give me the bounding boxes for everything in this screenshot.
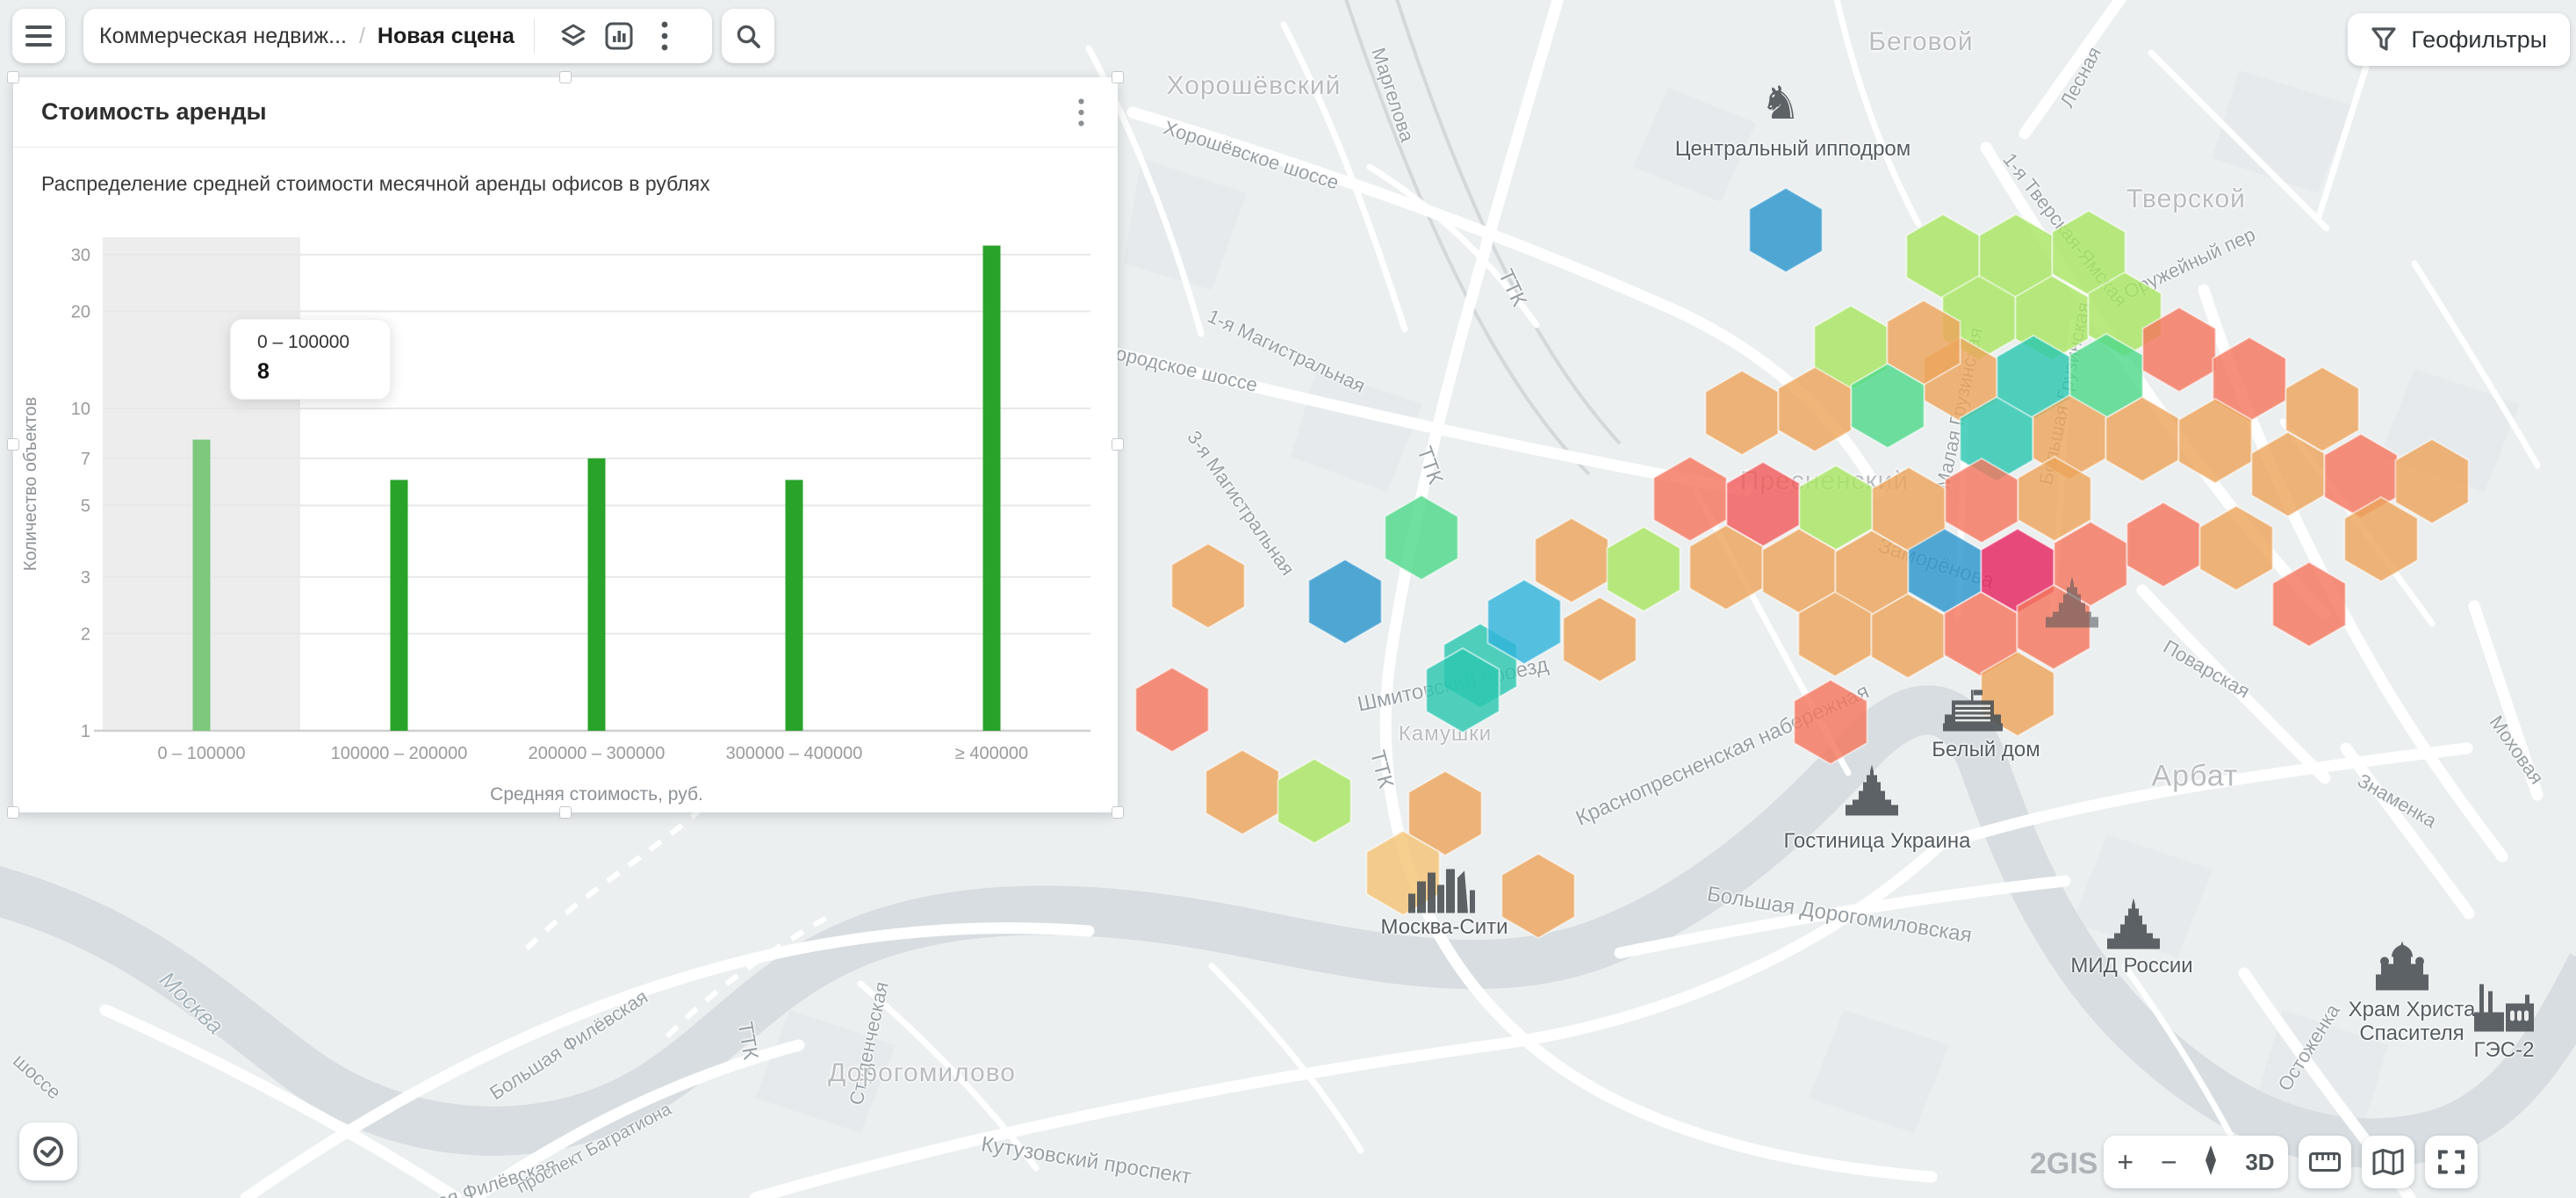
bar-chart: 1 2 3 5 7 10 20 30 0 – 100000 100000 – 200000 2000… (13, 77, 1118, 812)
panel-resize-handle[interactable] (1112, 806, 1124, 819)
x-category-label: 300000 – 400000 (726, 744, 863, 763)
horse-landmark-icon: ♞ (1760, 81, 1802, 126)
ruler-button[interactable] (2299, 1136, 2351, 1188)
x-category-label: ≥ 400000 (955, 744, 1028, 763)
breadcrumb-scene[interactable]: Новая сцена (378, 24, 514, 49)
menu-button[interactable] (12, 9, 65, 63)
breadcrumb-project[interactable]: Коммерческая недвиж... (99, 24, 347, 49)
breadcrumb: Коммерческая недвиж... / Новая сцена (83, 9, 712, 63)
fullscreen-button[interactable] (2425, 1136, 2478, 1188)
chart-tooltip: 0 – 100000 8 (230, 319, 391, 400)
plant-landmark-icon (2471, 985, 2537, 1036)
x-category-label: 100000 – 200000 (331, 744, 468, 763)
kebab-icon (661, 21, 668, 51)
panel-resize-handle[interactable] (7, 438, 19, 451)
x-axis-title: Средняя стоимость, руб. (490, 784, 703, 805)
breadcrumb-separator: / (359, 24, 365, 49)
mode-3d-button[interactable]: 3D (2245, 1151, 2274, 1173)
search-icon (735, 23, 761, 49)
landmark-label: Москва-Сити (1380, 915, 1507, 939)
landmark-label: ГЭС-2 (2474, 1038, 2535, 1062)
filter-funnel-icon (2371, 26, 2397, 53)
history-button[interactable] (19, 1122, 77, 1180)
tower-landmark-icon (2105, 898, 2162, 954)
toolbar-kebab-button[interactable] (642, 13, 687, 59)
zoom-out-button[interactable]: − (2161, 1148, 2177, 1176)
panel-resize-handle[interactable] (7, 71, 19, 83)
compass-needle-icon (2204, 1145, 2218, 1175)
bar-1[interactable] (391, 480, 408, 731)
y-tick-label: 3 (81, 568, 90, 588)
map-zoom-controls: + − 3D (2104, 1136, 2288, 1188)
landmark-label: Белый дом (1932, 738, 2040, 761)
y-tick-label: 30 (71, 246, 90, 265)
toolbar-divider (534, 18, 535, 54)
gov-landmark-icon (1938, 689, 2008, 739)
widgets-button[interactable] (596, 13, 642, 59)
bar-4[interactable] (983, 246, 1001, 731)
map-canvas[interactable]: Хорошёвское шоссеМаргелова1-я Магистраль… (0, 0, 2576, 1198)
bar-2[interactable] (588, 458, 606, 731)
map-attribution-logo: 2GIS (2030, 1147, 2097, 1181)
panel-resize-handle[interactable] (7, 806, 19, 819)
landmark-label: Гостиница Украина (1784, 829, 1971, 853)
y-tick-label: 20 (71, 303, 90, 322)
clock-icon (32, 1135, 65, 1168)
y-tick-label: 5 (81, 496, 90, 516)
y-tick-label: 2 (81, 625, 90, 645)
legend-button[interactable] (2362, 1136, 2414, 1188)
tower-landmark-icon (2044, 577, 2100, 632)
tooltip-category: 0 – 100000 (257, 332, 390, 353)
tooltip-value: 8 (257, 359, 390, 385)
chart-panel: Стоимость аренды Распределение средней с… (13, 77, 1118, 812)
layers-button[interactable] (550, 13, 596, 59)
panel-resize-handle[interactable] (1112, 71, 1124, 83)
x-category-label: 200000 – 300000 (529, 744, 666, 763)
panel-resize-handle[interactable] (559, 806, 572, 819)
y-axis-title: Количество объектов (21, 397, 40, 571)
search-button[interactable] (722, 9, 774, 63)
y-tick-label: 7 (81, 450, 90, 469)
folded-map-icon (2372, 1149, 2404, 1175)
bar-0[interactable] (193, 440, 211, 731)
tower-landmark-icon (1844, 765, 1900, 820)
zoom-in-button[interactable]: + (2117, 1148, 2133, 1176)
y-tick-label: 10 (71, 400, 90, 419)
geofilters-button[interactable]: Геофильтры (2348, 13, 2570, 66)
y-tick-label: 1 (81, 722, 90, 741)
city-landmark-icon (1407, 864, 1477, 918)
landmark-label: Храм ХристаСпасителя (2349, 998, 2476, 1045)
hamburger-icon (25, 25, 52, 47)
landmark-label: Центральный ипподром (1675, 137, 1911, 161)
panel-resize-handle[interactable] (1112, 438, 1124, 451)
cathedral-landmark-icon (2372, 942, 2432, 995)
ruler-icon (2309, 1152, 2341, 1172)
compass-button[interactable] (2204, 1145, 2218, 1180)
geofilters-label: Геофильтры (2411, 26, 2547, 54)
bar-3[interactable] (786, 480, 803, 731)
landmark-label: МИД России (2070, 954, 2192, 978)
layers-icon (559, 22, 587, 50)
panel-resize-handle[interactable] (559, 71, 572, 83)
bar-chart-icon (605, 22, 633, 50)
fullscreen-icon (2437, 1148, 2465, 1176)
x-category-label: 0 – 100000 (157, 744, 245, 763)
